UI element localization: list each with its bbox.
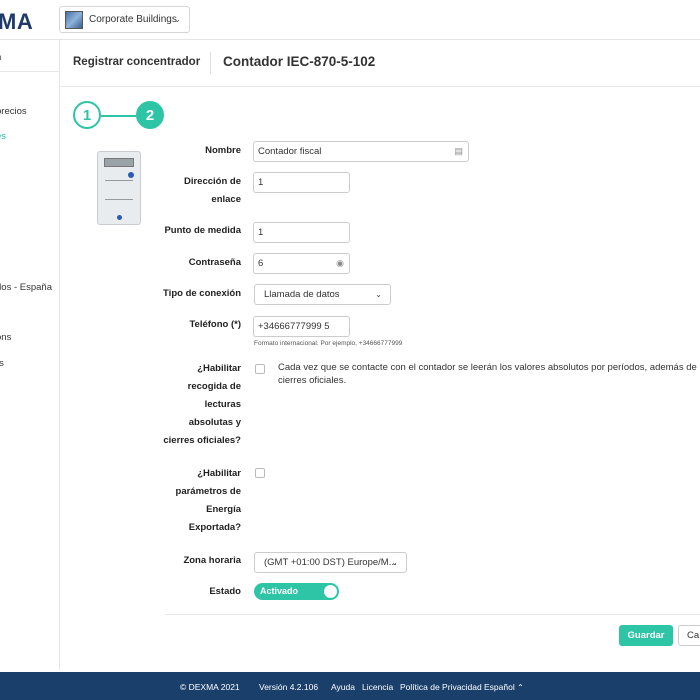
punto-value: 1 (258, 227, 264, 238)
zona-select[interactable]: (GMT +01:00 DST) Europe/M... ⌄ (254, 552, 407, 573)
form-divider (166, 614, 700, 615)
meter-screen (104, 158, 134, 167)
energia-label-line: parámetros de (175, 486, 241, 497)
sidebar-item-rs[interactable]: rs (0, 358, 4, 369)
language-selector[interactable]: Español ⌃ (484, 682, 524, 692)
footer-help-link[interactable]: Ayuda (331, 682, 355, 692)
energia-label-line: Energía (206, 504, 241, 515)
building-thumbnail (65, 10, 83, 29)
nombre-input[interactable]: Contador fiscal ▤ (253, 141, 469, 162)
direccion-label-line1: Dirección de (183, 176, 241, 187)
sidebar-item-espana[interactable]: dos - España (0, 282, 52, 293)
language-label: Español (484, 682, 515, 692)
sidebar-divider (0, 71, 59, 72)
meter-dot (117, 215, 122, 220)
estado-toggle-label: Activado (260, 586, 299, 596)
contact-card-icon: ▤ (454, 146, 463, 156)
chevron-down-icon: ⌄ (173, 14, 181, 24)
save-button[interactable]: Guardar (619, 625, 673, 646)
energia-label-line: Exportada? (188, 522, 241, 533)
lecturas-label-line: absolutas y (188, 417, 241, 428)
step-1[interactable]: 1 (73, 101, 101, 129)
conexion-value: Llamada de datos (264, 289, 340, 300)
contrasena-value: 6 (258, 258, 264, 269)
sidebar-item-1[interactable]: n (0, 52, 1, 63)
footer-license-link[interactable]: Licencia (362, 682, 393, 692)
conexion-label: Tipo de conexión (163, 288, 241, 299)
nombre-label: Nombre (205, 145, 241, 156)
contrasena-label: Contraseña (188, 257, 241, 268)
footer-version: Versión 4.2.106 (259, 682, 319, 692)
footer-privacy-link[interactable]: Política de Privacidad (400, 682, 482, 692)
building-selector[interactable]: Corporate Buildings ⌄ (59, 6, 190, 33)
punto-label: Punto de medida (164, 225, 241, 236)
header-divider (210, 52, 211, 74)
conexion-select[interactable]: Llamada de datos ⌄ (254, 284, 391, 305)
cancel-button[interactable]: Ca (678, 625, 700, 646)
page-header: Registrar concentrador Contador IEC-870-… (61, 40, 700, 87)
contrasena-input[interactable]: 6 ◉ (253, 253, 350, 274)
lecturas-checkbox[interactable] (255, 364, 265, 374)
energia-checkbox[interactable] (255, 468, 265, 478)
punto-input[interactable]: 1 (253, 222, 350, 243)
direccion-label: Dirección de enlace (131, 173, 241, 209)
footer-copyright: © DEXMA 2021 (180, 682, 240, 692)
building-name: Corporate Buildings (89, 14, 177, 25)
energia-label: ¿Habilitar parámetros de Energía Exporta… (131, 465, 241, 537)
lecturas-label-line: cierres oficiales? (163, 435, 241, 446)
sidebar-item-ons[interactable]: ons (0, 332, 11, 343)
sidebar-item-active[interactable]: es (0, 131, 6, 142)
main-content: Registrar concentrador Contador IEC-870-… (61, 40, 700, 670)
zona-value: (GMT +01:00 DST) Europe/M... (264, 557, 397, 568)
chevron-down-icon: ⌄ (375, 290, 382, 299)
footer: © DEXMA 2021 Versión 4.2.106 Ayuda Licen… (0, 672, 700, 700)
top-header: MA Corporate Buildings ⌄ (0, 0, 700, 40)
estado-toggle[interactable]: Activado (254, 583, 339, 600)
chevron-up-icon: ⌃ (517, 683, 524, 692)
meter-plate (105, 180, 133, 200)
dexma-logo[interactable]: MA (0, 9, 33, 35)
direccion-value: 1 (258, 177, 264, 188)
chevron-down-icon: ⌄ (391, 558, 398, 567)
direccion-input[interactable]: 1 (253, 172, 350, 193)
lecturas-label: ¿Habilitar recogida de lecturas absoluta… (131, 360, 241, 450)
step-connector (101, 115, 136, 117)
energia-label-line: ¿Habilitar (197, 468, 241, 479)
lecturas-label-line: lecturas (204, 399, 241, 410)
direccion-label-line2: enlace (211, 194, 241, 205)
telefono-help-text: Formato internacional. Por ejemplo, +346… (254, 340, 403, 347)
page-title: Contador IEC-870-5-102 (223, 54, 376, 69)
lecturas-description: Cada vez que se contacte con el contador… (278, 362, 700, 386)
reveal-password-icon[interactable]: ◉ (336, 258, 344, 269)
sidebar: n precios es · dos - España ons rs (0, 40, 60, 670)
sidebar-item-precios[interactable]: precios (0, 106, 27, 117)
telefono-input[interactable]: +34666777999 5 (253, 316, 350, 337)
step-2: 2 (136, 101, 164, 129)
lecturas-label-line: recogida de (187, 381, 241, 392)
nombre-value: Contador fiscal (258, 146, 322, 157)
toggle-knob (324, 585, 337, 598)
zona-label: Zona horaria (183, 555, 241, 566)
telefono-label: Teléfono (*) (189, 319, 241, 330)
breadcrumb[interactable]: Registrar concentrador (73, 56, 200, 68)
telefono-value: +34666777999 5 (258, 321, 330, 332)
estado-label: Estado (209, 586, 241, 597)
lecturas-label-line: ¿Habilitar (197, 363, 241, 374)
